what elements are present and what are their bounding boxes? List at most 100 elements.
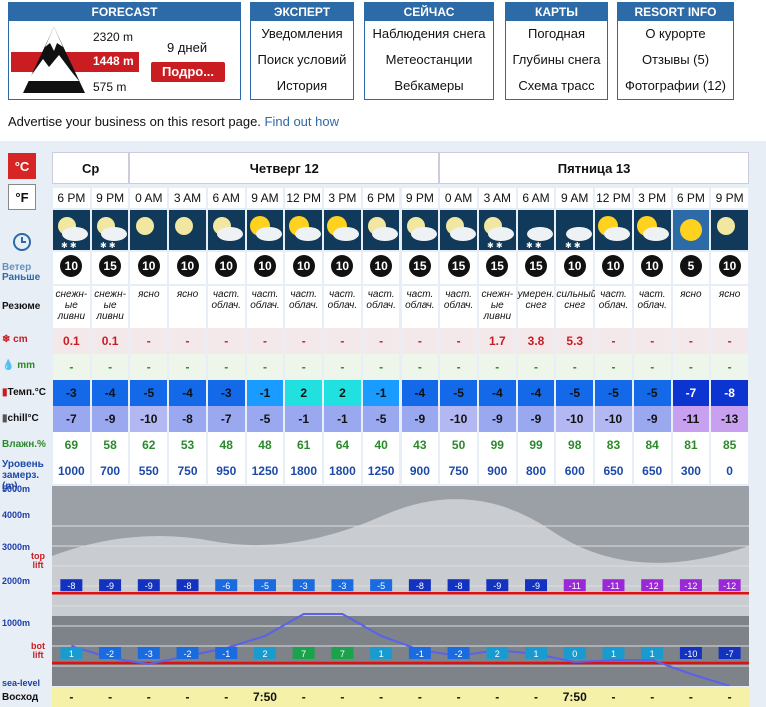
y-label-3000: 3000m xyxy=(2,542,31,552)
menu-item-stations[interactable]: Метеостанции xyxy=(365,47,493,73)
rain-cell: - xyxy=(246,354,284,380)
night-cloud-icon[interactable] xyxy=(440,210,477,250)
menu-item-piste-map[interactable]: Схема трасс xyxy=(506,73,607,99)
menu-item-snow-obs[interactable]: Наблюдения снега xyxy=(365,21,493,47)
chill-cell: -7 xyxy=(53,406,90,432)
menu-item-reviews[interactable]: Отзывы (5) xyxy=(618,47,733,73)
temp-cell: 2 xyxy=(324,380,361,406)
menu-item-alerts[interactable]: Уведомления xyxy=(251,21,353,47)
night-cloud-icon[interactable] xyxy=(362,210,400,250)
top-temp-tag: -12 xyxy=(679,579,702,592)
freeze-level-cell: 1250 xyxy=(246,458,284,484)
menu-item-weather-map[interactable]: Погодная xyxy=(506,21,607,47)
humidity-cell: 81 xyxy=(672,432,710,458)
time-cell: 6 PM xyxy=(672,188,710,208)
day-cloud-icon[interactable] xyxy=(324,210,361,250)
sunrise-cell: 7:50 xyxy=(562,690,587,704)
day-cloud-icon[interactable] xyxy=(285,210,323,250)
time-cell: 0 AM xyxy=(130,188,168,208)
top-temp-tag: -6 xyxy=(215,579,238,592)
summary-cell: умерен. снег xyxy=(517,286,554,328)
wind-cell: 10 xyxy=(207,252,245,284)
earlier-label[interactable]: Раньше xyxy=(2,272,40,283)
sunrise-cell: - xyxy=(340,690,345,704)
humidity-cell: 85 xyxy=(711,432,748,458)
now-title: СЕЙЧАС xyxy=(365,3,493,21)
wind-cell: 10 xyxy=(53,252,90,284)
wind-cell: 10 xyxy=(362,252,400,284)
humidity-cell: 69 xyxy=(53,432,90,458)
summary-label: Резюме xyxy=(2,301,41,312)
snow-cell: - xyxy=(711,328,748,354)
mountain-icon[interactable] xyxy=(19,25,89,95)
temp-cell: 2 xyxy=(285,380,323,406)
menu-item-search[interactable]: Поиск условий xyxy=(251,47,353,73)
bot-temp-tag: -1 xyxy=(215,647,238,659)
day-cloud-icon[interactable] xyxy=(595,210,632,250)
forecast-panel: FORECAST 2320 m 1448 m 575 m 9 дней Подр… xyxy=(8,2,241,100)
elevation-mid[interactable]: 1448 m xyxy=(93,54,134,68)
menu-item-photos[interactable]: Фотографии (12) xyxy=(618,73,733,99)
day-cloud-icon[interactable] xyxy=(633,210,671,250)
fahrenheit-button[interactable]: °F xyxy=(8,184,36,210)
summary-cell: снежн-ые ливни xyxy=(91,286,129,328)
bot-temp-tag: -7 xyxy=(718,647,741,659)
sunrise-row: - - - - - 7:50 - - - - - - - 7:50 - - - - xyxy=(52,687,749,707)
elevation-top[interactable]: 2320 m xyxy=(93,30,133,44)
menu-item-history[interactable]: История xyxy=(251,73,353,99)
bot-temp-value: -1 xyxy=(416,649,424,659)
sunrise-cell: - xyxy=(108,690,113,704)
raindrop-icon: 💧 xyxy=(2,360,15,371)
time-cell: 9 PM xyxy=(711,188,748,208)
night-snow-icon[interactable]: ✱ ✱ xyxy=(478,210,516,250)
freeze-level-cell: 900 xyxy=(478,458,516,484)
celsius-button[interactable]: °C xyxy=(8,153,36,179)
snow-cell: - xyxy=(207,328,245,354)
summary-cell: част. облач. xyxy=(633,286,671,328)
chill-cell: -10 xyxy=(595,406,632,432)
bot-temp-value: 7 xyxy=(301,649,306,659)
night-snow-icon[interactable]: ✱ ✱ xyxy=(53,210,90,250)
elevation-bottom[interactable]: 575 m xyxy=(93,80,126,94)
top-temp-value: -8 xyxy=(184,581,192,591)
y-label-5000: 5000m xyxy=(2,484,31,494)
rain-cell: - xyxy=(517,354,555,380)
snow-icon[interactable]: ✱ ✱ xyxy=(517,210,555,250)
humidity-cell: 48 xyxy=(207,432,245,458)
night-cloud-icon[interactable] xyxy=(207,210,245,250)
time-cell: 6 AM xyxy=(517,188,555,208)
wind-cell: 10 xyxy=(595,252,632,284)
menu-item-webcams[interactable]: Вебкамеры xyxy=(365,73,493,99)
y-label-2000: 2000m xyxy=(2,576,31,586)
detail-button[interactable]: Подро... xyxy=(151,62,225,82)
wind-cell: 10 xyxy=(246,252,284,284)
day-cloud-icon[interactable] xyxy=(246,210,284,250)
bot-temp-value: 7 xyxy=(340,649,345,659)
clock-icon[interactable] xyxy=(12,232,32,252)
bot-temp-value: 1 xyxy=(379,649,384,659)
night-clear-icon[interactable] xyxy=(130,210,168,250)
wind-arrow-icon: 10 xyxy=(641,255,664,277)
svg-text:✱ ✱: ✱ ✱ xyxy=(565,241,581,250)
snow-icon[interactable]: ✱ ✱ xyxy=(556,210,594,250)
bot-temp-tag: -3 xyxy=(137,647,160,659)
temp-cell: -4 xyxy=(169,380,206,406)
night-clear-icon[interactable] xyxy=(169,210,206,250)
humidity-cell: 53 xyxy=(169,432,206,458)
sunrise-cell: - xyxy=(650,690,655,704)
forecast-title[interactable]: FORECAST xyxy=(9,3,240,21)
bot-temp-value: -7 xyxy=(726,649,734,659)
snow-cell: - xyxy=(595,328,632,354)
night-cloud-icon[interactable] xyxy=(401,210,439,250)
night-snow-icon[interactable]: ✱ ✱ xyxy=(91,210,129,250)
bot-temp-tag: -2 xyxy=(447,647,470,659)
menu-item-about[interactable]: О курорте xyxy=(618,21,733,47)
advert-link[interactable]: Find out how xyxy=(265,114,339,129)
freeze-level-cell: 700 xyxy=(91,458,129,484)
snow-cell: - xyxy=(633,328,671,354)
sunny-icon[interactable] xyxy=(672,210,710,250)
night-clear-icon[interactable] xyxy=(711,210,748,250)
menu-item-snow-depth[interactable]: Глубины снега xyxy=(506,47,607,73)
time-cell: 3 AM xyxy=(169,188,206,208)
humidity-cell: 64 xyxy=(324,432,361,458)
